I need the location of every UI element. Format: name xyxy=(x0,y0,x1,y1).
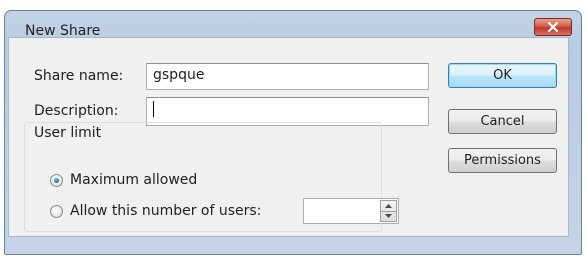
spin-down-button[interactable] xyxy=(381,211,396,221)
user-limit-group-label: User limit xyxy=(30,125,106,141)
radio-selected-dot xyxy=(54,178,59,183)
maximum-allowed-radio[interactable] xyxy=(50,174,63,187)
close-icon xyxy=(548,22,558,32)
maximum-allowed-label[interactable]: Maximum allowed xyxy=(70,172,197,188)
share-name-value: gspque xyxy=(153,67,205,83)
permissions-button[interactable]: Permissions xyxy=(448,148,557,173)
spinner-buttons xyxy=(380,200,397,222)
ok-button-label: OK xyxy=(493,68,512,83)
share-name-label: Share name: xyxy=(34,68,124,84)
spin-down-icon xyxy=(385,214,392,218)
text-caret xyxy=(153,101,154,117)
user-count-spinner[interactable] xyxy=(303,198,399,224)
description-label: Description: xyxy=(34,103,119,119)
cancel-button-label: Cancel xyxy=(480,114,525,129)
ok-button[interactable]: OK xyxy=(448,63,557,88)
spin-up-icon xyxy=(385,204,392,208)
allow-number-radio[interactable] xyxy=(50,205,63,218)
allow-number-label[interactable]: Allow this number of users: xyxy=(70,203,261,219)
cancel-button[interactable]: Cancel xyxy=(448,109,557,134)
close-button[interactable] xyxy=(534,18,572,36)
share-name-input[interactable]: gspque xyxy=(146,63,429,90)
permissions-button-label: Permissions xyxy=(464,153,541,168)
